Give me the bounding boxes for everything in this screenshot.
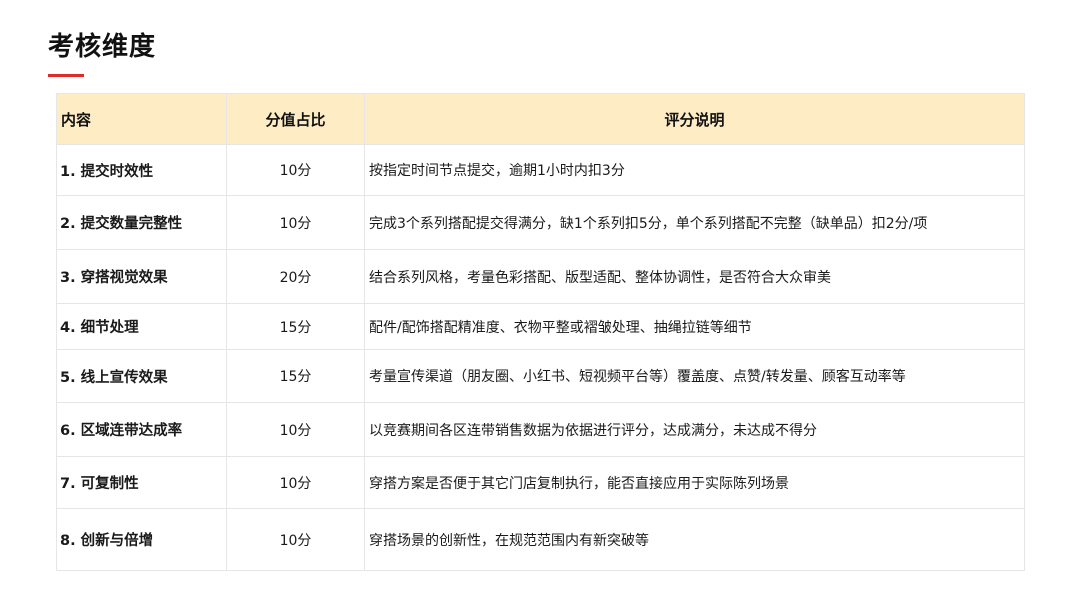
table-header-row: 内容 分值占比 评分说明 [56, 93, 1025, 145]
table-row: 2. 提交数量完整性 10分 完成3个系列搭配提交得满分，缺1个系列扣5分，单个… [56, 195, 1025, 250]
row-description: 考量宣传渠道（朋友圈、小红书、短视频平台等）覆盖度、点赞/转发量、顾客互动率等 [364, 349, 1025, 403]
row-score: 10分 [226, 456, 365, 509]
row-content: 6. 区域连带达成率 [56, 402, 227, 457]
row-description: 穿搭方案是否便于其它门店复制执行，能否直接应用于实际陈列场景 [364, 456, 1025, 509]
row-content: 7. 可复制性 [56, 456, 227, 509]
criteria-table: 内容 分值占比 评分说明 1. 提交时效性 10分 按指定时间节点提交，逾期1小… [56, 93, 1025, 571]
row-score: 10分 [226, 144, 365, 196]
table-row: 3. 穿搭视觉效果 20分 结合系列风格，考量色彩搭配、版型适配、整体协调性，是… [56, 249, 1025, 304]
header-content: 内容 [56, 93, 227, 145]
row-score: 15分 [226, 303, 365, 350]
row-content: 1. 提交时效性 [56, 144, 227, 196]
title-underline [48, 74, 84, 77]
row-description: 以竞赛期间各区连带销售数据为依据进行评分，达成满分，未达成不得分 [364, 402, 1025, 457]
row-content: 4. 细节处理 [56, 303, 227, 350]
header-score: 分值占比 [226, 93, 365, 145]
row-description: 穿搭场景的创新性，在规范范围内有新突破等 [364, 508, 1025, 571]
row-score: 20分 [226, 249, 365, 304]
table-row: 4. 细节处理 15分 配件/配饰搭配精准度、衣物平整或褶皱处理、抽绳拉链等细节 [56, 303, 1025, 350]
row-score: 10分 [226, 195, 365, 250]
row-content: 5. 线上宣传效果 [56, 349, 227, 403]
header-description: 评分说明 [364, 93, 1025, 145]
row-content: 8. 创新与倍增 [56, 508, 227, 571]
row-score: 10分 [226, 508, 365, 571]
row-score: 15分 [226, 349, 365, 403]
row-description: 完成3个系列搭配提交得满分，缺1个系列扣5分，单个系列搭配不完整（缺单品）扣2分… [364, 195, 1025, 250]
row-content: 3. 穿搭视觉效果 [56, 249, 227, 304]
table-row: 5. 线上宣传效果 15分 考量宣传渠道（朋友圈、小红书、短视频平台等）覆盖度、… [56, 349, 1025, 403]
table-row: 7. 可复制性 10分 穿搭方案是否便于其它门店复制执行，能否直接应用于实际陈列… [56, 456, 1025, 509]
row-score: 10分 [226, 402, 365, 457]
row-description: 结合系列风格，考量色彩搭配、版型适配、整体协调性，是否符合大众审美 [364, 249, 1025, 304]
table-row: 6. 区域连带达成率 10分 以竞赛期间各区连带销售数据为依据进行评分，达成满分… [56, 402, 1025, 457]
table-row: 8. 创新与倍增 10分 穿搭场景的创新性，在规范范围内有新突破等 [56, 508, 1025, 571]
table-row: 1. 提交时效性 10分 按指定时间节点提交，逾期1小时内扣3分 [56, 144, 1025, 196]
row-description: 按指定时间节点提交，逾期1小时内扣3分 [364, 144, 1025, 196]
page-title: 考核维度 [48, 32, 157, 62]
row-content: 2. 提交数量完整性 [56, 195, 227, 250]
row-description: 配件/配饰搭配精准度、衣物平整或褶皱处理、抽绳拉链等细节 [364, 303, 1025, 350]
